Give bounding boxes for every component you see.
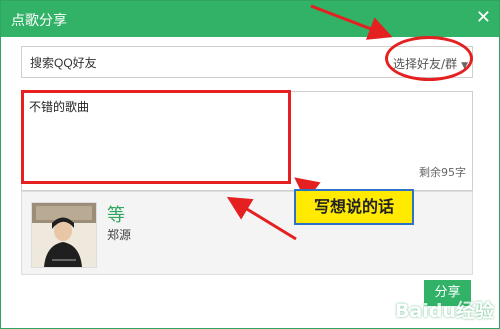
- album-cover-image: [31, 202, 97, 268]
- friend-search-input[interactable]: [22, 47, 392, 79]
- dialog-title: 点歌分享: [11, 13, 67, 29]
- annotation-callout: 写想说的话: [294, 189, 414, 225]
- remaining-chars: 剩余95字: [419, 166, 466, 179]
- song-title: 等: [107, 205, 125, 226]
- title-bar: 点歌分享 ✕: [1, 1, 499, 37]
- close-icon[interactable]: ✕: [476, 7, 491, 28]
- song-artist: 郑源: [107, 228, 132, 242]
- highlight-message-box: [21, 90, 291, 184]
- baidu-watermark: Baidu经验: [395, 300, 494, 322]
- highlight-select-friends: [385, 36, 473, 81]
